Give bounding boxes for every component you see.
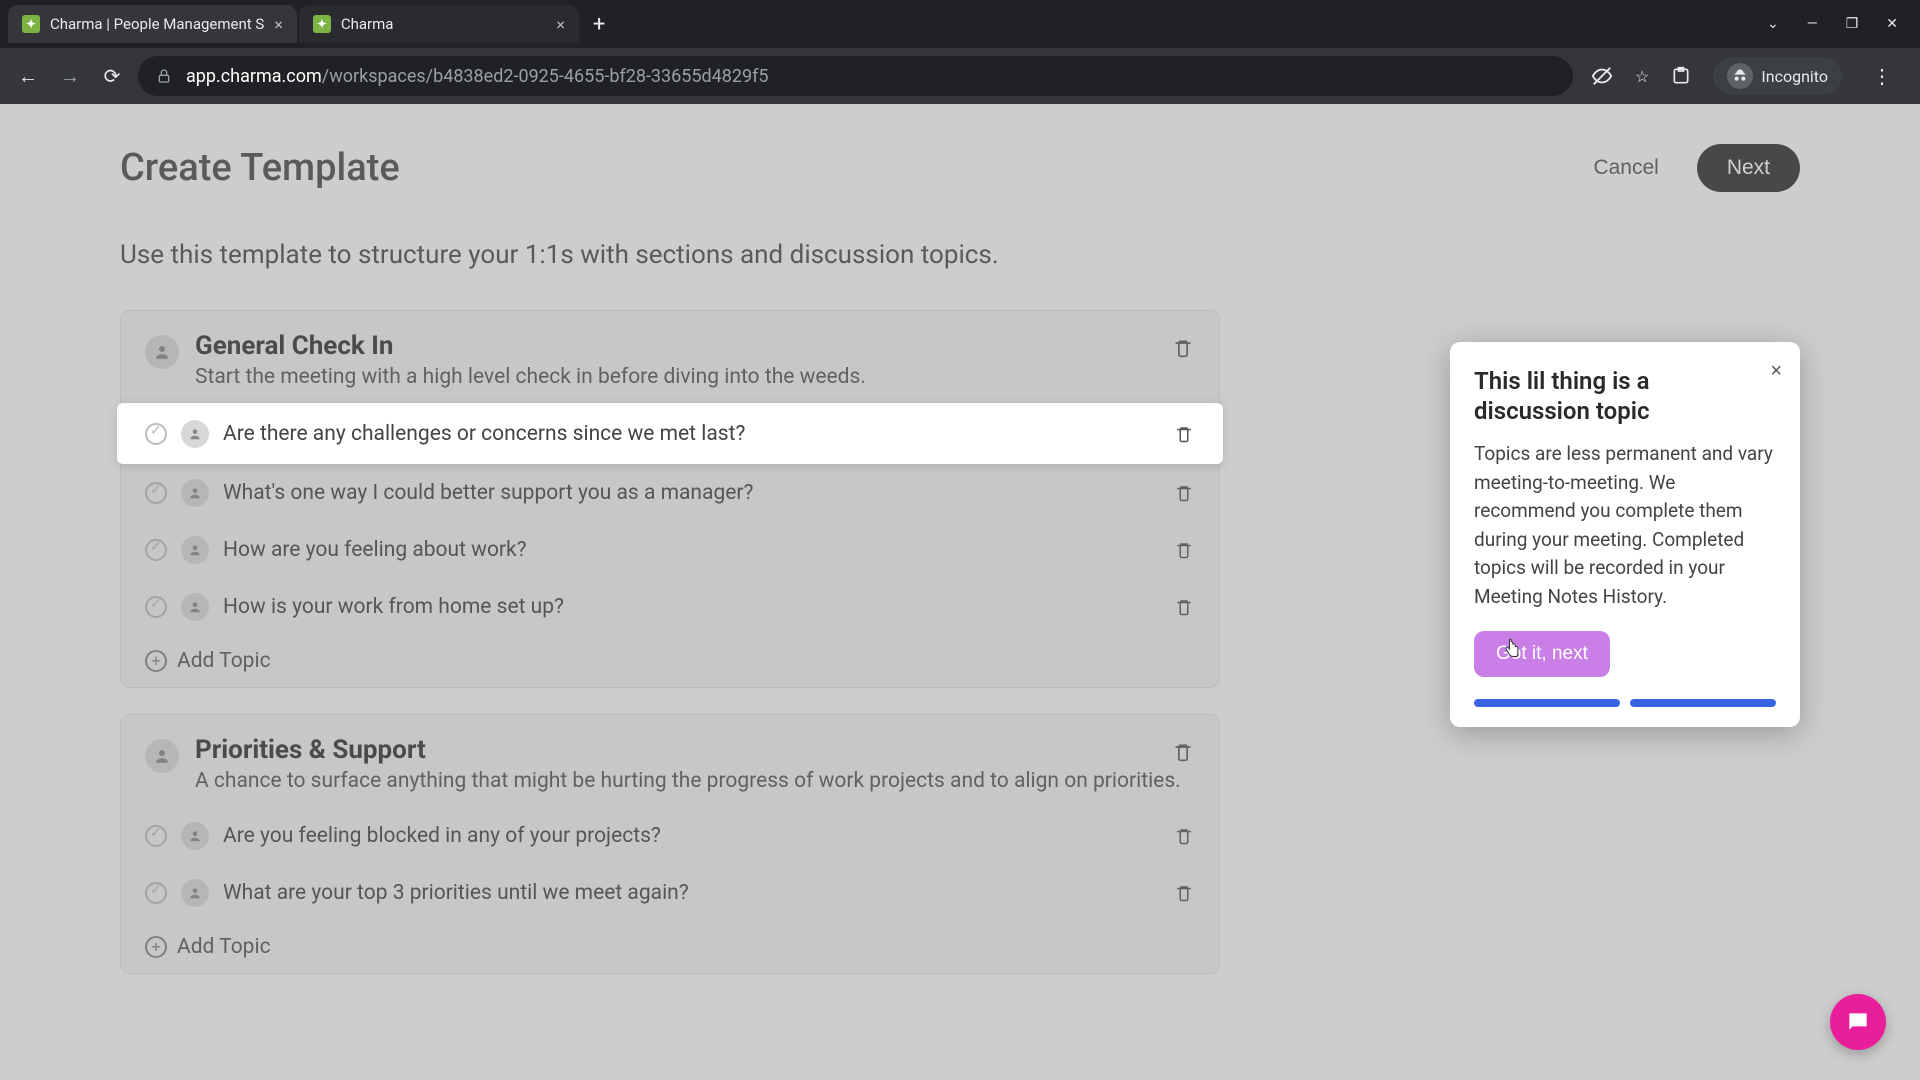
- section-header: General Check In Start the meeting with …: [121, 311, 1219, 403]
- topic-checkbox[interactable]: [145, 596, 167, 618]
- topic-checkbox[interactable]: [145, 423, 167, 445]
- tab-dropdown-icon[interactable]: ⌄: [1767, 16, 1779, 32]
- onboarding-popover: × This lil thing is a discussion topic T…: [1450, 342, 1800, 727]
- incognito-label: Incognito: [1761, 67, 1828, 86]
- url-input[interactable]: app.charma.com/workspaces/b4838ed2-0925-…: [138, 56, 1573, 96]
- reload-button[interactable]: ⟳: [96, 60, 128, 92]
- popover-close-button[interactable]: ×: [1770, 360, 1782, 383]
- topic-row[interactable]: Are you feeling blocked in any of your p…: [121, 807, 1219, 864]
- topic-row[interactable]: How are you feeling about work?: [121, 521, 1219, 578]
- lock-icon: [156, 68, 172, 84]
- plus-icon: +: [145, 650, 167, 672]
- bookmark-star-icon[interactable]: ☆: [1635, 67, 1649, 86]
- url-text: app.charma.com/workspaces/b4838ed2-0925-…: [186, 66, 768, 87]
- topic-text[interactable]: What are your top 3 priorities until we …: [223, 881, 1161, 905]
- progress-segment: [1474, 699, 1620, 707]
- avatar: [181, 420, 209, 448]
- maximize-icon[interactable]: ❐: [1846, 16, 1859, 32]
- topic-text[interactable]: Are you feeling blocked in any of your p…: [223, 824, 1161, 848]
- plus-icon: +: [145, 936, 167, 958]
- popover-body: Topics are less permanent and vary meeti…: [1474, 440, 1776, 611]
- topic-text[interactable]: What's one way I could better support yo…: [223, 481, 1161, 505]
- avatar: [145, 739, 179, 773]
- popover-title: This lil thing is a discussion topic: [1474, 366, 1776, 426]
- delete-topic-icon[interactable]: [1175, 540, 1195, 560]
- delete-topic-icon[interactable]: [1175, 826, 1195, 846]
- topic-row[interactable]: What are your top 3 priorities until we …: [121, 864, 1219, 921]
- incognito-badge[interactable]: Incognito: [1713, 57, 1842, 95]
- delete-topic-icon[interactable]: [1175, 883, 1195, 903]
- window-controls: ⌄ — ❐ ✕: [1767, 16, 1912, 32]
- browser-tab[interactable]: ✦ Charma | People Management S ×: [8, 5, 297, 43]
- avatar: [181, 536, 209, 564]
- avatar: [145, 335, 179, 369]
- delete-section-icon[interactable]: [1173, 337, 1195, 359]
- topic-text[interactable]: How are you feeling about work?: [223, 538, 1161, 562]
- topic-text[interactable]: Are there any challenges or concerns sin…: [223, 422, 1161, 446]
- add-topic-button[interactable]: + Add Topic: [121, 921, 1219, 973]
- add-topic-button[interactable]: + Add Topic: [121, 635, 1219, 687]
- cancel-button[interactable]: Cancel: [1575, 146, 1676, 190]
- page-title: Create Template: [120, 146, 400, 190]
- topic-checkbox[interactable]: [145, 825, 167, 847]
- close-window-icon[interactable]: ✕: [1886, 16, 1898, 32]
- template-section: Priorities & Support A chance to surface…: [120, 714, 1220, 974]
- add-topic-label: Add Topic: [177, 649, 271, 673]
- section-title[interactable]: Priorities & Support: [195, 735, 1195, 765]
- topic-checkbox[interactable]: [145, 539, 167, 561]
- tab-title: Charma: [341, 15, 546, 33]
- section-title[interactable]: General Check In: [195, 331, 1195, 361]
- incognito-icon: [1727, 63, 1753, 89]
- page-content: Create Template Cancel Next Use this tem…: [0, 104, 1920, 1080]
- topic-row[interactable]: Are there any challenges or concerns sin…: [117, 403, 1223, 464]
- progress-segment: [1630, 699, 1776, 707]
- help-chat-button[interactable]: [1830, 994, 1886, 1050]
- topic-checkbox[interactable]: [145, 482, 167, 504]
- section-header: Priorities & Support A chance to surface…: [121, 715, 1219, 807]
- browser-tab-strip: ✦ Charma | People Management S × ✦ Charm…: [0, 0, 1920, 48]
- forward-button[interactable]: →: [54, 60, 86, 92]
- popover-next-button[interactable]: Got it, next: [1474, 631, 1610, 677]
- browser-menu-icon[interactable]: ⋮: [1864, 64, 1900, 88]
- topic-row[interactable]: What's one way I could better support yo…: [121, 464, 1219, 521]
- topic-row[interactable]: How is your work from home set up?: [121, 578, 1219, 635]
- avatar: [181, 822, 209, 850]
- back-button[interactable]: ←: [12, 60, 44, 92]
- tab-favicon: ✦: [313, 15, 331, 33]
- popover-progress: [1474, 699, 1776, 707]
- install-app-icon[interactable]: [1671, 66, 1691, 86]
- tracking-icon[interactable]: [1591, 65, 1613, 87]
- topic-text[interactable]: How is your work from home set up?: [223, 595, 1161, 619]
- tab-favicon: ✦: [22, 15, 40, 33]
- page-header: Create Template Cancel Next: [120, 144, 1800, 192]
- page-subtitle: Use this template to structure your 1:1s…: [120, 240, 1800, 270]
- avatar: [181, 479, 209, 507]
- topic-checkbox[interactable]: [145, 882, 167, 904]
- avatar: [181, 879, 209, 907]
- section-description[interactable]: Start the meeting with a high level chec…: [195, 365, 1195, 389]
- next-button[interactable]: Next: [1697, 144, 1800, 192]
- browser-tab[interactable]: ✦ Charma ×: [299, 5, 579, 43]
- section-description[interactable]: A chance to surface anything that might …: [195, 769, 1195, 793]
- new-tab-button[interactable]: +: [581, 12, 617, 37]
- avatar: [181, 593, 209, 621]
- minimize-icon[interactable]: —: [1807, 16, 1818, 32]
- delete-topic-icon[interactable]: [1175, 483, 1195, 503]
- tab-close-icon[interactable]: ×: [556, 15, 565, 34]
- popover-button-label: Got it, next: [1496, 643, 1588, 664]
- tab-close-icon[interactable]: ×: [274, 15, 283, 34]
- delete-topic-icon[interactable]: [1175, 424, 1195, 444]
- delete-section-icon[interactable]: [1173, 741, 1195, 763]
- delete-topic-icon[interactable]: [1175, 597, 1195, 617]
- address-bar: ← → ⟳ app.charma.com/workspaces/b4838ed2…: [0, 48, 1920, 104]
- template-section: General Check In Start the meeting with …: [120, 310, 1220, 688]
- add-topic-label: Add Topic: [177, 935, 271, 959]
- tab-title: Charma | People Management S: [50, 15, 264, 33]
